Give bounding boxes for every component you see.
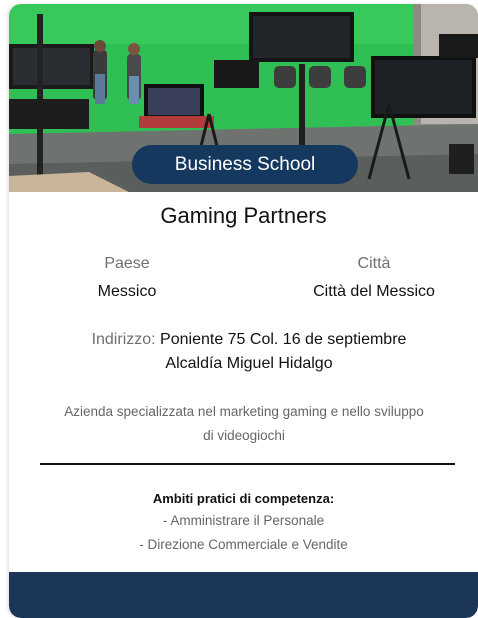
company-name: Gaming Partners — [160, 203, 327, 228]
skill-item: - Amministrare il Personale — [162, 513, 325, 528]
city-block: Città Città del Messico — [279, 252, 469, 304]
card-footer-bar — [9, 572, 478, 618]
address-block: Indirizzo: Poniente 75 Col. 16 de septie… — [49, 328, 449, 376]
skills-section: Ambiti pratici di competenza: - Amminist… — [9, 489, 478, 557]
skill-item: - Direzione Commerciale e Vendite — [139, 537, 348, 552]
country-value: Messico — [97, 283, 157, 300]
school-badge: Business School — [132, 145, 358, 184]
divider — [40, 463, 455, 465]
address-label: Indirizzo: — [91, 331, 156, 348]
country-block: Paese Messico — [69, 252, 185, 304]
city-label: Città — [357, 255, 391, 272]
country-label: Paese — [104, 255, 150, 272]
city-value: Città del Messico — [313, 283, 435, 300]
address-line-1: Poniente 75 Col. 16 de septiembre — [160, 331, 407, 348]
address-line-2: Alcaldía Miguel Hidalgo — [165, 355, 333, 372]
company-description: Azienda specializzata nel marketing gami… — [64, 404, 424, 443]
skills-title: Ambiti pratici di competenza: — [152, 491, 335, 506]
company-card[interactable]: Business School Gaming Partners Paese Me… — [9, 4, 478, 618]
